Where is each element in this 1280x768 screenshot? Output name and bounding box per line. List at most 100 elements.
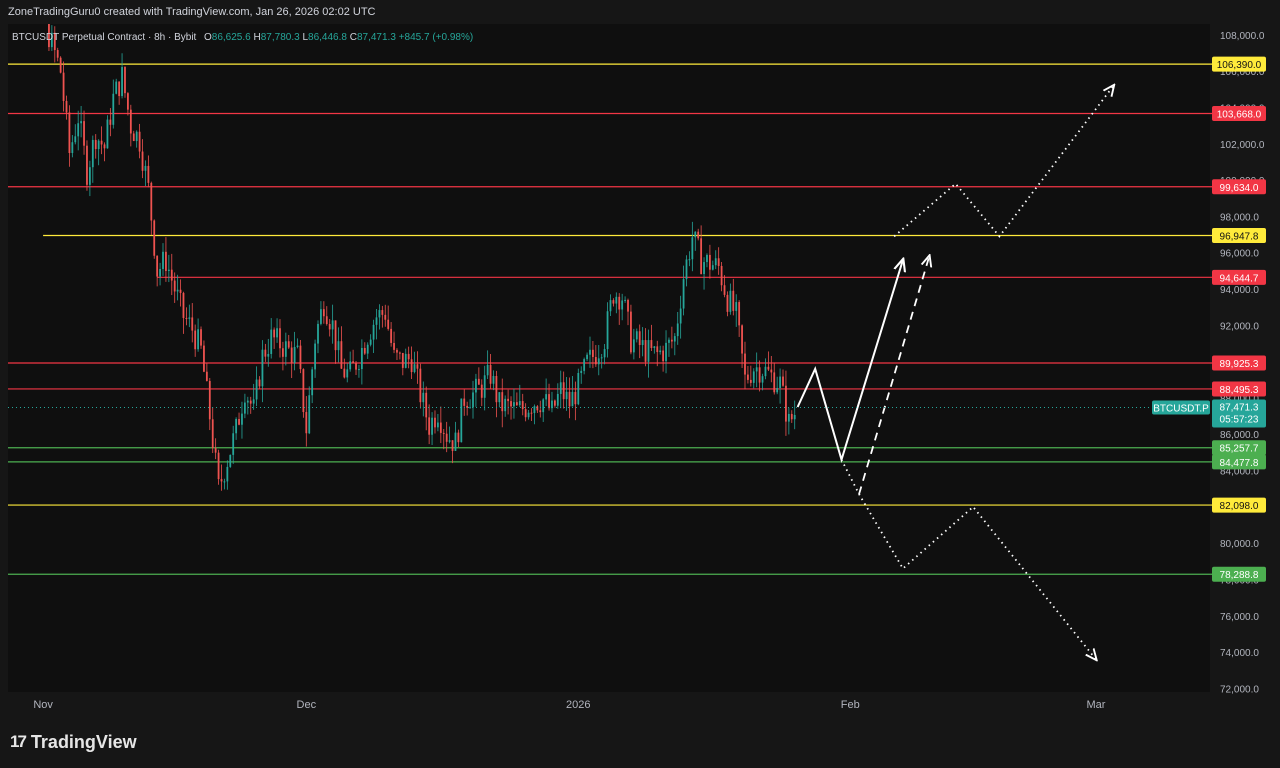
price-tick-label: 108,000.0 bbox=[1220, 31, 1265, 42]
price-tick-label: 94,000.0 bbox=[1220, 285, 1259, 296]
candle-body bbox=[489, 364, 492, 384]
candle-body bbox=[747, 374, 749, 380]
candle-body bbox=[773, 372, 776, 393]
candle-body bbox=[477, 378, 480, 385]
level-tag-label: 85,257.7 bbox=[1220, 444, 1259, 455]
candle-body bbox=[545, 394, 548, 400]
candle-body bbox=[749, 379, 752, 383]
candle-body bbox=[668, 339, 670, 343]
candle-body bbox=[375, 317, 378, 325]
candle-body bbox=[425, 392, 428, 418]
candle-body bbox=[767, 366, 770, 370]
candle-body bbox=[217, 452, 220, 480]
candle-body bbox=[141, 151, 144, 171]
candle-body bbox=[118, 81, 121, 97]
tradingview-logo[interactable]: 17 TradingView bbox=[10, 732, 137, 753]
candle-body bbox=[486, 364, 489, 376]
chart-area[interactable]: 108,000.0106,000.0104,000.0102,000.0100,… bbox=[0, 0, 1280, 716]
candle-body bbox=[437, 422, 439, 428]
candle-body bbox=[574, 391, 577, 405]
candle-body bbox=[106, 119, 109, 149]
candle-body bbox=[220, 479, 223, 482]
candle-body bbox=[328, 324, 331, 330]
candle-body bbox=[97, 140, 100, 150]
candle-body bbox=[308, 395, 311, 434]
candle-body bbox=[352, 361, 354, 364]
level-tag-label: 103,668.0 bbox=[1217, 110, 1262, 121]
candle-body bbox=[282, 348, 284, 357]
candle-body bbox=[410, 359, 413, 373]
candle-body bbox=[565, 391, 568, 400]
legend-symbol[interactable]: BTCUSDT Perpetual Contract · 8h · Bybit bbox=[12, 32, 197, 43]
candle-body bbox=[638, 331, 641, 346]
candle-body bbox=[445, 433, 448, 442]
countdown-label: 05:57:23 bbox=[1220, 415, 1259, 426]
candle-body bbox=[790, 413, 793, 420]
candle-body bbox=[398, 352, 401, 354]
candle-body bbox=[469, 407, 471, 409]
candle-body bbox=[135, 131, 138, 142]
candle-body bbox=[589, 349, 591, 355]
candle-body bbox=[586, 354, 588, 360]
candle-body bbox=[59, 57, 62, 73]
candle-body bbox=[188, 317, 191, 319]
candle-body bbox=[170, 269, 173, 281]
candle-body bbox=[700, 238, 703, 275]
candle-body bbox=[422, 392, 425, 403]
candle-body bbox=[776, 388, 779, 393]
tradingview-logo-mark: 17 bbox=[10, 732, 27, 751]
candle-body bbox=[121, 67, 123, 97]
price-chart[interactable]: 108,000.0106,000.0104,000.0102,000.0100,… bbox=[0, 0, 1280, 716]
candle-body bbox=[714, 258, 717, 266]
candle-body bbox=[741, 325, 743, 354]
candle-body bbox=[609, 300, 612, 312]
candle-body bbox=[527, 412, 530, 418]
candle-body bbox=[416, 364, 419, 369]
legend-close-label: C bbox=[350, 32, 357, 43]
candle-body bbox=[536, 406, 539, 411]
candle-body bbox=[349, 361, 352, 370]
candle-body bbox=[562, 382, 565, 400]
candle-body bbox=[138, 131, 141, 152]
candle-body bbox=[553, 400, 556, 406]
candle-body bbox=[229, 454, 232, 467]
candle-body bbox=[311, 369, 314, 396]
candle-body bbox=[597, 358, 600, 365]
candle-body bbox=[515, 402, 518, 406]
candle-body bbox=[103, 144, 106, 149]
level-tag-label: 82,098.0 bbox=[1220, 501, 1259, 512]
candle-body bbox=[665, 342, 667, 362]
candle-body bbox=[284, 341, 287, 357]
candle-body bbox=[457, 432, 460, 443]
candle-body bbox=[214, 448, 217, 453]
symbol-tag-label: BTCUSDT.P bbox=[1153, 404, 1209, 415]
level-tags: 106,390.0 103,668.0 99,634.0 96,947.8 94,644… bbox=[1212, 56, 1266, 582]
candle-body bbox=[624, 299, 626, 301]
candle-body bbox=[679, 308, 682, 324]
candle-body bbox=[320, 309, 322, 324]
candle-body bbox=[583, 359, 586, 371]
candle-body bbox=[331, 320, 334, 330]
candle-body bbox=[542, 399, 545, 413]
candle-body bbox=[475, 378, 477, 393]
candle-body bbox=[539, 410, 542, 413]
candle-body bbox=[176, 289, 179, 292]
candle-body bbox=[504, 398, 507, 412]
candle-body bbox=[755, 367, 758, 372]
candle-body bbox=[112, 93, 115, 125]
candle-body bbox=[720, 265, 723, 286]
candle-body bbox=[346, 369, 349, 378]
candle-body bbox=[88, 167, 91, 185]
candle-body bbox=[200, 329, 202, 346]
candle-body bbox=[685, 259, 688, 280]
time-axis[interactable]: Nov Dec 2026 Feb Mar bbox=[33, 699, 1105, 711]
candle-body bbox=[501, 392, 504, 412]
candle-body bbox=[594, 357, 597, 365]
candle-body bbox=[785, 385, 787, 422]
candle-body bbox=[782, 376, 784, 386]
candle-body bbox=[603, 349, 606, 358]
candle-body bbox=[360, 347, 363, 370]
candle-body bbox=[559, 382, 562, 394]
candle-body bbox=[577, 372, 580, 405]
candle-body bbox=[630, 311, 632, 353]
